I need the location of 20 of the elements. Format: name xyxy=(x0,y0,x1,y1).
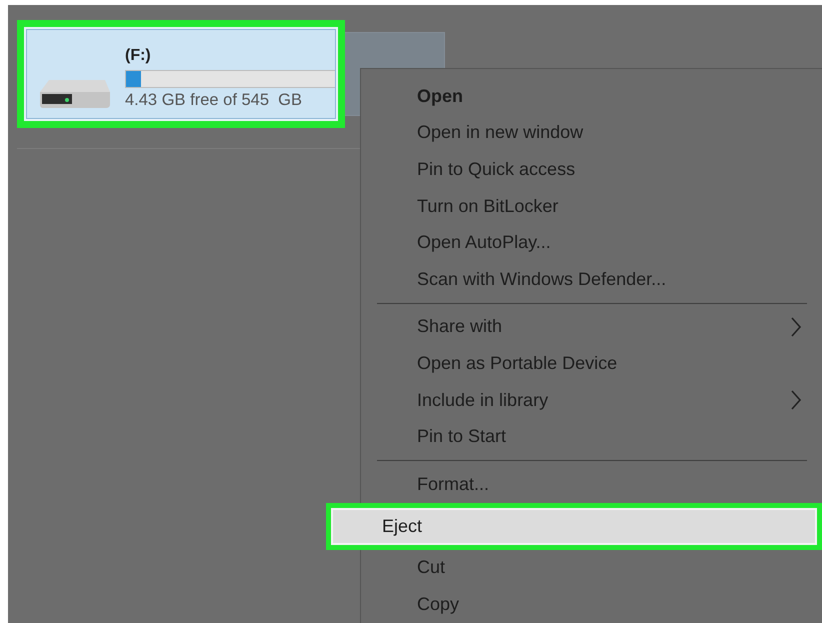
menu-item[interactable]: Eject xyxy=(326,502,822,550)
menu-item[interactable]: Copy xyxy=(361,586,822,623)
menu-item[interactable]: Open AutoPlay... xyxy=(361,224,822,261)
menu-item[interactable]: Share with xyxy=(361,308,822,346)
menu-item[interactable]: Scan with Windows Defender... xyxy=(361,260,822,298)
menu-item[interactable]: Turn on BitLocker xyxy=(361,188,822,224)
menu-item[interactable]: Format... xyxy=(361,466,822,503)
menu-item[interactable]: Pin to Quick access xyxy=(361,151,822,188)
menu-item[interactable]: Open as Portable Device xyxy=(361,345,822,382)
menu-item[interactable]: Pin to Start xyxy=(361,418,822,455)
hard-drive-icon xyxy=(39,78,111,110)
drive-tile[interactable]: (F:) 4.43 GB free of 545 GB xyxy=(26,29,336,119)
menu-item[interactable]: Open in new window xyxy=(361,114,822,152)
chevron-right-icon xyxy=(790,389,802,412)
free-space-text: 4.43 GB free of 545 GB xyxy=(125,91,304,110)
menu-item[interactable]: Include in library xyxy=(361,382,822,418)
menu-item[interactable]: Cut xyxy=(361,550,822,586)
chevron-right-icon xyxy=(790,316,802,338)
drive-name: (F:) xyxy=(125,47,152,65)
menu-item[interactable]: Open xyxy=(361,78,822,115)
